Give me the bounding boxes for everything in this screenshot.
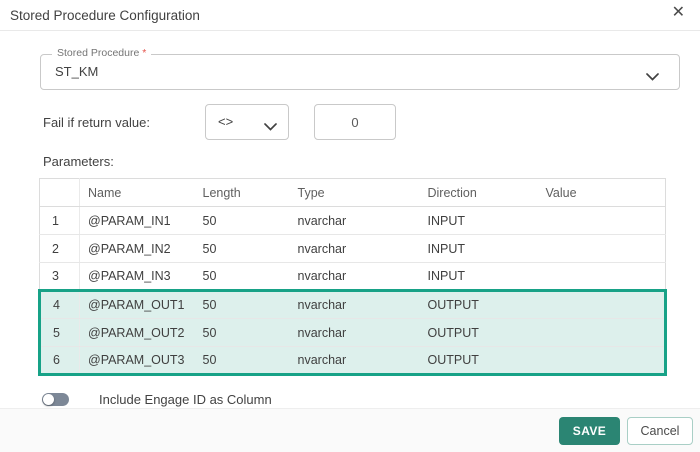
cancel-button[interactable]: Cancel <box>627 417 693 445</box>
param-value <box>538 207 666 235</box>
fail-value-input[interactable] <box>314 104 396 140</box>
stored-procedure-select[interactable]: Stored Procedure * ST_KM <box>40 54 680 90</box>
engage-id-toggle[interactable] <box>42 393 69 406</box>
param-type: nvarchar <box>290 207 420 235</box>
row-index: 1 <box>40 207 80 235</box>
stored-procedure-value: ST_KM <box>55 55 98 89</box>
fail-condition-row: Fail if return value: <> <box>43 104 680 140</box>
row-index: 5 <box>40 319 80 347</box>
fail-condition-label: Fail if return value: <box>43 115 205 130</box>
dialog-title: Stored Procedure Configuration <box>10 8 200 23</box>
param-type: nvarchar <box>290 291 420 319</box>
param-direction: OUTPUT <box>420 291 538 319</box>
operator-dropdown[interactable]: <> <box>205 104 289 140</box>
param-name: @PARAM_IN2 <box>80 235 195 263</box>
param-length: 50 <box>195 235 290 263</box>
direction-column-header: Direction <box>420 179 538 207</box>
param-value <box>538 235 666 263</box>
param-type: nvarchar <box>290 235 420 263</box>
operator-value: <> <box>218 105 233 139</box>
param-value <box>538 291 666 319</box>
table-header-row: Name Length Type Direction Value <box>40 179 666 207</box>
table-row-selected[interactable]: 5 @PARAM_OUT2 50 nvarchar OUTPUT <box>40 319 666 347</box>
param-name: @PARAM_OUT3 <box>80 347 195 375</box>
table-row[interactable]: 1 @PARAM_IN1 50 nvarchar INPUT <box>40 207 666 235</box>
required-asterisk: * <box>142 47 146 59</box>
length-column-header: Length <box>195 179 290 207</box>
engage-id-toggle-row: Include Engage ID as Column <box>42 392 700 407</box>
engage-id-toggle-label: Include Engage ID as Column <box>99 392 272 407</box>
row-index: 3 <box>40 263 80 291</box>
param-length: 50 <box>195 291 290 319</box>
table-row[interactable]: 3 @PARAM_IN3 50 nvarchar INPUT <box>40 263 666 291</box>
param-direction: OUTPUT <box>420 319 538 347</box>
param-length: 50 <box>195 207 290 235</box>
param-direction: OUTPUT <box>420 347 538 375</box>
param-name: @PARAM_OUT1 <box>80 291 195 319</box>
value-column-header: Value <box>538 179 666 207</box>
param-name: @PARAM_OUT2 <box>80 319 195 347</box>
chevron-down-icon <box>646 68 659 86</box>
param-name: @PARAM_IN1 <box>80 207 195 235</box>
toggle-knob <box>43 394 54 405</box>
type-column-header: Type <box>290 179 420 207</box>
table-row-selected[interactable]: 6 @PARAM_OUT3 50 nvarchar OUTPUT <box>40 347 666 375</box>
close-icon[interactable]: ✕ <box>672 3 685 23</box>
table-row-selected[interactable]: 4 @PARAM_OUT1 50 nvarchar OUTPUT <box>40 291 666 319</box>
parameters-label: Parameters: <box>43 154 700 169</box>
dialog-header: Stored Procedure Configuration ✕ <box>0 0 700 31</box>
row-index: 2 <box>40 235 80 263</box>
chevron-down-icon <box>264 118 277 136</box>
param-direction: INPUT <box>420 263 538 291</box>
param-length: 50 <box>195 347 290 375</box>
param-type: nvarchar <box>290 263 420 291</box>
row-index: 6 <box>40 347 80 375</box>
name-column-header: Name <box>80 179 195 207</box>
save-button[interactable]: SAVE <box>559 417 620 445</box>
param-type: nvarchar <box>290 347 420 375</box>
param-length: 50 <box>195 319 290 347</box>
param-type: nvarchar <box>290 319 420 347</box>
param-value <box>538 319 666 347</box>
param-value <box>538 347 666 375</box>
parameters-table: Name Length Type Direction Value 1 @PARA… <box>38 178 667 376</box>
param-name: @PARAM_IN3 <box>80 263 195 291</box>
param-value <box>538 263 666 291</box>
dialog-footer: SAVE Cancel <box>0 408 700 452</box>
param-length: 50 <box>195 263 290 291</box>
table-row[interactable]: 2 @PARAM_IN2 50 nvarchar INPUT <box>40 235 666 263</box>
index-column-header <box>40 179 80 207</box>
param-direction: INPUT <box>420 207 538 235</box>
row-index: 4 <box>40 291 80 319</box>
param-direction: INPUT <box>420 235 538 263</box>
